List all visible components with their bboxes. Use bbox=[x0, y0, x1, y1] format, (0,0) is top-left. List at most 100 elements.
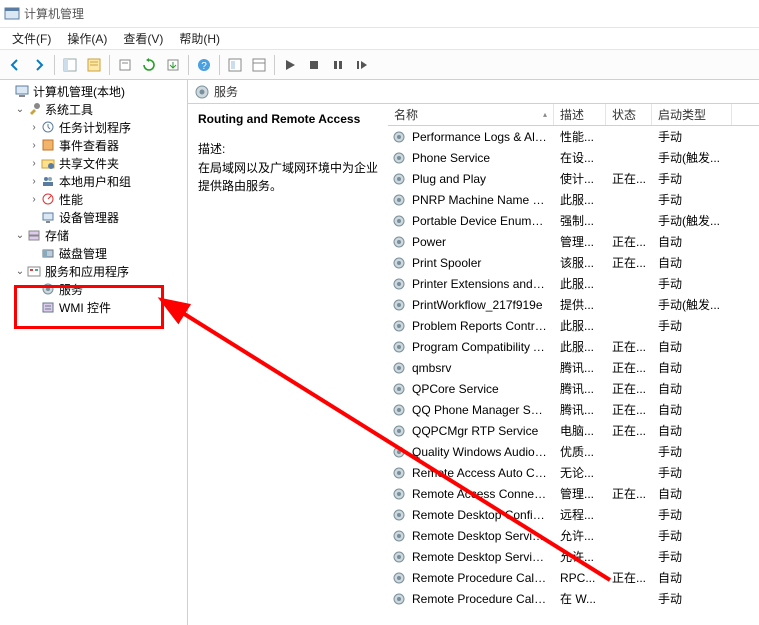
service-row[interactable]: PrintWorkflow_217f919e提供...手动(触发... bbox=[388, 294, 759, 315]
service-desc-cell: 电脑... bbox=[554, 422, 606, 439]
service-name-cell: Remote Desktop Services bbox=[406, 529, 554, 543]
forward-button[interactable] bbox=[28, 54, 50, 76]
service-state-cell: 正在... bbox=[606, 359, 652, 376]
service-desc-cell: 远程... bbox=[554, 506, 606, 523]
back-button[interactable] bbox=[4, 54, 26, 76]
service-row[interactable]: Remote Access Connecti...管理...正在...自动 bbox=[388, 483, 759, 504]
tree-services-apps[interactable]: ⌄ 服务和应用程序 bbox=[0, 262, 187, 280]
tree-device-manager[interactable]: 设备管理器 bbox=[0, 208, 187, 226]
service-name-cell: QQPCMgr RTP Service bbox=[406, 424, 554, 438]
tree-event-viewer[interactable]: › 事件查看器 bbox=[0, 136, 187, 154]
menu-view[interactable]: 查看(V) bbox=[115, 28, 171, 49]
tree-disk-management[interactable]: 磁盘管理 bbox=[0, 244, 187, 262]
tree-root[interactable]: 计算机管理(本地) bbox=[0, 82, 187, 100]
service-startup-cell: 手动(触发... bbox=[652, 296, 732, 313]
chevron-down-icon: ⌄ bbox=[14, 104, 26, 115]
service-row[interactable]: Performance Logs & Aler...性能...手动 bbox=[388, 126, 759, 147]
column-description[interactable]: 描述 bbox=[554, 104, 606, 125]
gear-icon bbox=[392, 235, 406, 249]
service-row[interactable]: Remote Desktop Service...允许...手动 bbox=[388, 546, 759, 567]
tree-services[interactable]: 服务 bbox=[0, 280, 187, 298]
service-state-cell: 正在... bbox=[606, 170, 652, 187]
service-row[interactable]: Printer Extensions and N...此服...手动 bbox=[388, 273, 759, 294]
service-desc-cell: 无论... bbox=[554, 464, 606, 481]
service-row[interactable]: Print Spooler该服...正在...自动 bbox=[388, 252, 759, 273]
restart-service-button[interactable] bbox=[351, 54, 373, 76]
users-icon bbox=[40, 173, 56, 189]
refresh-button[interactable] bbox=[138, 54, 160, 76]
show-hide-tree-button[interactable] bbox=[59, 54, 81, 76]
service-row[interactable]: Portable Device Enumera...强制...手动(触发... bbox=[388, 210, 759, 231]
export-list-button[interactable] bbox=[162, 54, 184, 76]
service-row[interactable]: Phone Service在设...手动(触发... bbox=[388, 147, 759, 168]
service-row[interactable]: PNRP Machine Name Pu...此服...手动 bbox=[388, 189, 759, 210]
service-startup-cell: 自动 bbox=[652, 254, 732, 271]
pause-service-button[interactable] bbox=[327, 54, 349, 76]
gear-icon bbox=[392, 130, 406, 144]
service-name-cell: Printer Extensions and N... bbox=[406, 277, 554, 291]
separator bbox=[274, 55, 275, 75]
gear-icon bbox=[392, 529, 406, 543]
gear-icon bbox=[392, 445, 406, 459]
properties-button[interactable] bbox=[83, 54, 105, 76]
start-service-button[interactable] bbox=[279, 54, 301, 76]
gear-icon bbox=[392, 193, 406, 207]
tree-shared-folders[interactable]: › 共享文件夹 bbox=[0, 154, 187, 172]
view-detail-button[interactable] bbox=[224, 54, 246, 76]
service-desc-cell: 提供... bbox=[554, 296, 606, 313]
export-button[interactable] bbox=[114, 54, 136, 76]
column-status[interactable]: 状态 bbox=[606, 104, 652, 125]
nav-tree[interactable]: 计算机管理(本地) ⌄ 系统工具 › 任务计划程序 › 事件查看器 › 共享文件… bbox=[0, 80, 188, 625]
service-name-cell: Performance Logs & Aler... bbox=[406, 130, 554, 144]
folder-share-icon bbox=[40, 155, 56, 171]
service-row[interactable]: QPCore Service腾讯...正在...自动 bbox=[388, 378, 759, 399]
service-row[interactable]: Plug and Play使计...正在...手动 bbox=[388, 168, 759, 189]
service-row[interactable]: Remote Desktop Configu...远程...手动 bbox=[388, 504, 759, 525]
service-row[interactable]: Remote Procedure Call (...RPC...正在...自动 bbox=[388, 567, 759, 588]
gear-icon bbox=[392, 151, 406, 165]
service-row[interactable]: Program Compatibility A...此服...正在...自动 bbox=[388, 336, 759, 357]
service-row[interactable]: Remote Access Auto Con...无论...手动 bbox=[388, 462, 759, 483]
service-row[interactable]: Remote Desktop Services允许...手动 bbox=[388, 525, 759, 546]
chevron-down-icon: ⌄ bbox=[14, 266, 26, 277]
selected-service-name: Routing and Remote Access bbox=[198, 112, 378, 126]
svg-text:?: ? bbox=[201, 61, 207, 72]
perf-icon bbox=[40, 191, 56, 207]
tree-storage[interactable]: ⌄ 存储 bbox=[0, 226, 187, 244]
service-row[interactable]: Remote Procedure Call (...在 W...手动 bbox=[388, 588, 759, 609]
stop-service-button[interactable] bbox=[303, 54, 325, 76]
service-startup-cell: 手动 bbox=[652, 590, 732, 607]
service-row[interactable]: Quality Windows Audio V...优质...手动 bbox=[388, 441, 759, 462]
service-desc-cell: 使计... bbox=[554, 170, 606, 187]
service-name-cell: Print Spooler bbox=[406, 256, 554, 270]
menu-file[interactable]: 文件(F) bbox=[4, 28, 59, 49]
service-row[interactable]: Power管理...正在...自动 bbox=[388, 231, 759, 252]
service-desc-cell: 强制... bbox=[554, 212, 606, 229]
apps-icon bbox=[26, 263, 42, 279]
service-state-cell: 正在... bbox=[606, 338, 652, 355]
tree-task-scheduler[interactable]: › 任务计划程序 bbox=[0, 118, 187, 136]
help-button[interactable]: ? bbox=[193, 54, 215, 76]
column-startup-type[interactable]: 启动类型 bbox=[652, 104, 732, 125]
service-row[interactable]: QQPCMgr RTP Service电脑...正在...自动 bbox=[388, 420, 759, 441]
service-startup-cell: 手动 bbox=[652, 548, 732, 565]
chevron-right-icon: › bbox=[28, 176, 40, 187]
service-desc-cell: 此服... bbox=[554, 275, 606, 292]
service-name-cell: Power bbox=[406, 235, 554, 249]
service-name-cell: Quality Windows Audio V... bbox=[406, 445, 554, 459]
service-row[interactable]: QQ Phone Manager Serv...腾讯...正在...自动 bbox=[388, 399, 759, 420]
view-standard-button[interactable] bbox=[248, 54, 270, 76]
service-row[interactable]: qmbsrv腾讯...正在...自动 bbox=[388, 357, 759, 378]
tree-system-tools[interactable]: ⌄ 系统工具 bbox=[0, 100, 187, 118]
detail-area: Routing and Remote Access 描述: 在局域网以及广域网环… bbox=[188, 104, 759, 625]
service-row[interactable]: Problem Reports Control...此服...手动 bbox=[388, 315, 759, 336]
tree-wmi[interactable]: WMI 控件 bbox=[0, 298, 187, 316]
tree-local-users[interactable]: › 本地用户和组 bbox=[0, 172, 187, 190]
column-name[interactable]: 名称▴ bbox=[388, 104, 554, 125]
tree-performance[interactable]: › 性能 bbox=[0, 190, 187, 208]
menu-action[interactable]: 操作(A) bbox=[59, 28, 115, 49]
service-startup-cell: 手动(触发... bbox=[652, 149, 732, 166]
menu-help[interactable]: 帮助(H) bbox=[171, 28, 228, 49]
service-name-cell: Program Compatibility A... bbox=[406, 340, 554, 354]
service-name-cell: Remote Procedure Call (... bbox=[406, 592, 554, 606]
